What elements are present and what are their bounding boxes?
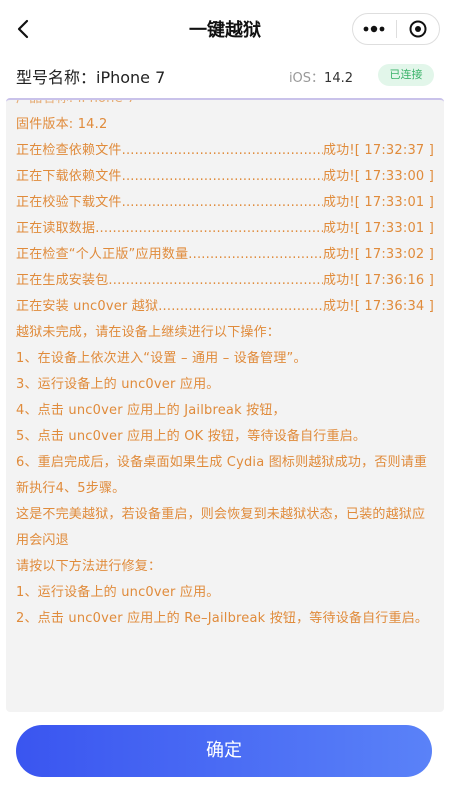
ios-version: iOS：14.2 <box>289 67 353 86</box>
log-step-line: 正在检查依赖文件................................… <box>16 138 434 164</box>
log-step-result: 成功![ 17:33:02 ] <box>323 242 434 268</box>
log-step-line: 正在下载依赖文件................................… <box>16 164 434 190</box>
log-step-result: 成功![ 17:32:37 ] <box>323 138 434 164</box>
log-step-status: 成功! <box>322 247 355 262</box>
log-note-line: 请按以下方法进行修复： <box>16 559 162 574</box>
more-dots-icon <box>363 25 385 33</box>
log-note-line: 4、点击 unc0ver 应用上的 Jailbreak 按钮， <box>16 403 286 418</box>
ios-version-value: 14.2 <box>324 71 353 86</box>
log-step-task: 正在下载依赖文件 <box>16 169 122 184</box>
close-button[interactable] <box>397 14 440 44</box>
ios-prefix: iOS： <box>288 71 325 86</box>
status-badge: 已连接 <box>378 64 434 86</box>
log-content: 产品名称: iPhone 7 固件版本: 14.2 正在检查依赖文件......… <box>16 100 434 632</box>
log-step-result: 成功![ 17:33:00 ] <box>323 164 434 190</box>
log-note-line: 1、运行设备上的 unc0ver 应用。 <box>16 585 220 600</box>
log-step-dots: ........................................… <box>95 221 323 236</box>
log-panel[interactable]: 产品名称: iPhone 7 固件版本: 14.2 正在检查依赖文件......… <box>6 98 444 712</box>
log-step-result: 成功![ 17:33:01 ] <box>323 216 434 242</box>
log-step-status: 成功! <box>322 143 355 158</box>
confirm-button[interactable]: 确定 <box>16 725 432 777</box>
more-button[interactable] <box>353 14 396 44</box>
log-step-line: 正在安装 unc0ver 越狱.........................… <box>16 294 434 320</box>
log-notes: 越狱未完成，请在设备上继续进行以下操作： 1、在设备上依次进入“设置 – 通用 –… <box>16 320 434 632</box>
log-step-dots: ........................................… <box>108 273 323 288</box>
log-step-line: 正在读取数据..................................… <box>16 216 434 242</box>
log-step-result: 成功![ 17:33:01 ] <box>323 190 434 216</box>
jailbreak-page: 一键越狱 型号名称：iPhone 7 iOS：14.2 已连接 产品名称: iP… <box>0 0 450 800</box>
log-step-status: 成功! <box>322 195 355 210</box>
log-step-status: 成功! <box>322 169 355 184</box>
log-step-result: 成功![ 17:36:34 ] <box>323 294 434 320</box>
log-step-line: 正在生成安装包.................................… <box>16 268 434 294</box>
log-note-line: 这是不完美越狱，若设备重启，则会恢复到未越狱状态，已装的越狱应用会闪退 <box>16 507 426 548</box>
log-steps: 正在检查依赖文件................................… <box>16 138 434 320</box>
log-step-dots: ........................................… <box>158 299 323 314</box>
log-step-time: [ 17:32:37 ] <box>354 143 434 158</box>
log-note-line: 越狱未完成，请在设备上继续进行以下操作： <box>16 325 281 340</box>
target-circle-icon <box>409 20 427 38</box>
log-step-time: [ 17:33:01 ] <box>354 195 434 210</box>
log-step-dots: ........................................… <box>188 247 323 262</box>
log-step-task: 正在读取数据 <box>16 221 96 236</box>
log-step-time: [ 17:33:00 ] <box>354 169 434 184</box>
log-step-time: [ 17:33:02 ] <box>354 247 434 262</box>
log-step-task: 正在校验下载文件 <box>16 195 122 210</box>
log-line-device: 产品名称: iPhone 7 <box>16 98 136 106</box>
log-step-status: 成功! <box>322 273 355 288</box>
log-step-time: [ 17:36:34 ] <box>354 299 434 314</box>
log-step-status: 成功! <box>322 299 355 314</box>
log-note-line: 6、重启完成后，设备桌面如果生成 Cydia 图标则越狱成功，否则请重新执行4、… <box>16 455 428 496</box>
device-info-row: 型号名称：iPhone 7 iOS：14.2 已连接 <box>0 58 450 98</box>
log-step-status: 成功! <box>322 221 355 236</box>
model-name: 型号名称：iPhone 7 <box>16 68 166 87</box>
log-step-dots: ........................................… <box>121 143 323 158</box>
log-note-line: 2、点击 unc0ver 应用上的 Re–Jailbreak 按钮，等待设备自行… <box>16 611 429 626</box>
log-step-result: 成功![ 17:36:16 ] <box>323 268 434 294</box>
log-step-dots: ........................................… <box>121 169 323 184</box>
log-note-line: 5、点击 unc0ver 应用上的 OK 按钮，等待设备自行重启。 <box>16 429 367 444</box>
log-note-line: 3、运行设备上的 unc0ver 应用。 <box>16 377 220 392</box>
log-step-task: 正在安装 unc0ver 越狱 <box>16 299 159 314</box>
log-line-firmware: 固件版本: 14.2 <box>16 117 108 132</box>
log-note-line: 1、在设备上依次进入“设置 – 通用 – 设备管理”。 <box>16 351 307 366</box>
log-step-line: 正在检查“个人正版”应用数量..........................… <box>16 242 434 268</box>
log-step-line: 正在校验下载文件................................… <box>16 190 434 216</box>
navbar: 一键越狱 <box>0 0 450 58</box>
log-step-time: [ 17:33:01 ] <box>354 221 434 236</box>
log-step-task: 正在检查依赖文件 <box>16 143 122 158</box>
log-step-time: [ 17:36:16 ] <box>354 273 434 288</box>
log-step-dots: ........................................… <box>121 195 323 210</box>
log-step-task: 正在检查“个人正版”应用数量 <box>16 247 189 262</box>
mini-program-capsule <box>352 13 440 45</box>
log-step-task: 正在生成安装包 <box>16 273 109 288</box>
